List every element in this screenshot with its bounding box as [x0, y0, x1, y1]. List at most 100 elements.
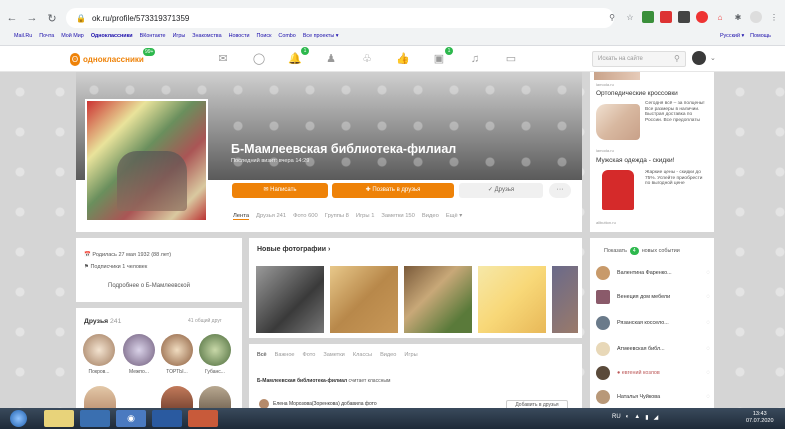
ad-image[interactable] [594, 72, 640, 80]
feed-tab-video[interactable]: Видео [380, 352, 396, 358]
ad-image[interactable] [596, 104, 640, 140]
feed-tab-notes[interactable]: Заметки [323, 352, 344, 358]
photos-title[interactable]: Новые фотографии › [257, 246, 330, 253]
ad-title[interactable]: Ортопедические кроссовки [596, 90, 678, 97]
write-message-button[interactable]: ✉ Написать [232, 183, 328, 198]
photo-thumbnail[interactable] [552, 266, 578, 333]
friends-icon[interactable]: ♟ [324, 52, 338, 66]
messages-icon[interactable]: ✉ [216, 52, 230, 66]
tab-notes[interactable]: Заметки 150 [381, 213, 414, 220]
bookmark[interactable]: Mail.Ru [14, 33, 32, 43]
explorer-icon[interactable] [44, 410, 74, 427]
post-author[interactable]: Елена Морозова(Зоренкова) добавила фото [273, 401, 377, 407]
notifications-icon[interactable]: 🔔 1 [288, 47, 309, 66]
bookmark[interactable]: Почта [39, 33, 54, 43]
forward-icon[interactable]: → [24, 10, 40, 26]
event-item[interactable]: Наталья Чуйкова ◌ [596, 388, 710, 406]
friend-item[interactable]: Покров... [82, 334, 116, 375]
photo-thumbnail[interactable] [256, 266, 324, 333]
photo-thumbnail[interactable] [330, 266, 398, 333]
profile-icon[interactable] [750, 11, 762, 23]
event-item[interactable]: Рязанская коссело... ◌ [596, 314, 710, 332]
tray-icon[interactable]: ▲ [634, 414, 640, 421]
avatar[interactable] [692, 51, 706, 65]
bookmark[interactable]: Все проекты ▾ [303, 33, 339, 43]
event-item[interactable]: Атмеевская библ... ◌ [596, 340, 710, 358]
guests-icon[interactable]: ♧ [360, 52, 374, 66]
extension-icon[interactable] [660, 11, 672, 23]
bookmark[interactable]: Новости [229, 33, 250, 43]
events-header[interactable]: Показать 4 новых событии [604, 247, 680, 255]
music-icon[interactable]: ♫ [468, 52, 482, 66]
extension-icon[interactable] [678, 11, 690, 23]
ad-title[interactable]: Мужская одежда - скидки! [596, 157, 674, 164]
back-icon[interactable]: ← [4, 10, 20, 26]
feed-tab-classes[interactable]: Классы [353, 352, 372, 358]
language-link[interactable]: Русский ▾ [720, 33, 744, 39]
discussions-icon[interactable]: ◯ [252, 52, 266, 66]
tab-games[interactable]: Игры 1 [356, 213, 375, 220]
bookmark[interactable]: Одноклассники [91, 33, 133, 43]
feed-tab-games[interactable]: Игры [404, 352, 417, 358]
events-icon[interactable]: 👍 [396, 52, 410, 66]
event-item[interactable]: ● евгений козлов ◌ [596, 364, 710, 382]
friend-item[interactable]: ТОРТЫ... [160, 334, 194, 375]
star-icon[interactable]: ☆ [624, 11, 636, 23]
friend-item[interactable]: Губанс... [198, 334, 232, 375]
extension-icon[interactable] [642, 11, 654, 23]
address-bar[interactable]: 🔒 ok.ru/profile/573319371359 [66, 8, 614, 28]
bookmark[interactable]: Combo [278, 33, 295, 43]
ad-image[interactable] [602, 170, 634, 210]
puzzle-icon[interactable]: ✱ [732, 11, 744, 23]
menu-icon[interactable]: ⋮ [768, 11, 780, 23]
reload-icon[interactable]: ↻ [44, 10, 60, 26]
taskbar-app-icon[interactable] [152, 410, 182, 427]
tab-video[interactable]: Видео [422, 213, 439, 220]
common-friends[interactable]: 41 общий друг [188, 318, 222, 324]
feed-tab-all[interactable]: Всё [257, 352, 267, 358]
bookmark[interactable]: Игры [173, 33, 186, 43]
chrome-icon[interactable]: ◉ [116, 410, 146, 427]
friends-title[interactable]: Друзья 241 [84, 318, 121, 325]
invite-friend-button[interactable]: ✚ Позвать в друзья [332, 183, 454, 198]
tab-groups[interactable]: Группы 8 [325, 213, 349, 220]
volume-icon[interactable]: ◢ [654, 414, 659, 421]
zoom-icon[interactable]: ⚲ [606, 11, 618, 23]
photo-thumbnail[interactable] [404, 266, 472, 333]
friends-button[interactable]: ✓ Друзья [459, 183, 543, 198]
profile-more-link[interactable]: Подробнее о Б-Мамлеевской [108, 283, 190, 289]
bookmark[interactable]: Мой Мир [61, 33, 84, 43]
bookmark[interactable]: Знакомства [192, 33, 221, 43]
chevron-down-icon[interactable]: ⌄ [710, 54, 716, 62]
feed-owner[interactable]: Б-Мамлеевская библиотека-филиал [257, 378, 347, 384]
more-button[interactable]: ··· [549, 183, 571, 198]
tab-friends[interactable]: Друзья 241 [256, 213, 286, 220]
search-input[interactable]: Искать на сайте [592, 51, 686, 67]
extension-icon[interactable] [696, 11, 708, 23]
taskbar-app-icon[interactable] [80, 410, 110, 427]
feed-tab-photo[interactable]: Фото [303, 352, 316, 358]
clock[interactable]: 13:43 07.07.2020 [746, 411, 774, 425]
help-link[interactable]: Помощь [750, 33, 771, 39]
tray-icon[interactable]: ◐ [626, 414, 630, 421]
tab-more[interactable]: Ещё ▾ [446, 213, 462, 220]
ok-logo[interactable]: ʘ одноклассники [70, 53, 144, 66]
photo-thumbnail[interactable] [478, 266, 546, 333]
language-indicator[interactable]: RU [612, 414, 621, 421]
video-icon[interactable]: ▭ [504, 52, 518, 66]
start-button[interactable] [10, 410, 27, 427]
bookmark[interactable]: Поиск [256, 33, 271, 43]
search-icon[interactable]: ⚲ [674, 54, 680, 63]
photo-icon[interactable]: ▣ 1 [432, 47, 453, 66]
tab-photos[interactable]: Фото 600 [293, 213, 318, 220]
event-item[interactable]: Валентина Фаренко... ◌ [596, 264, 710, 282]
friend-item[interactable]: Межпо... [122, 334, 156, 375]
extension-icon[interactable]: ⌂ [714, 11, 726, 23]
taskbar-app-icon[interactable] [188, 410, 218, 427]
network-icon[interactable]: ▮ [645, 414, 648, 421]
subscribers-info[interactable]: ⚑ Подписчики 1 человек [84, 264, 147, 270]
bookmark[interactable]: ВКонтакте [140, 33, 166, 43]
feed-tab-important[interactable]: Важное [275, 352, 295, 358]
tab-feed[interactable]: Лента [233, 213, 250, 220]
profile-photo[interactable] [85, 99, 208, 222]
